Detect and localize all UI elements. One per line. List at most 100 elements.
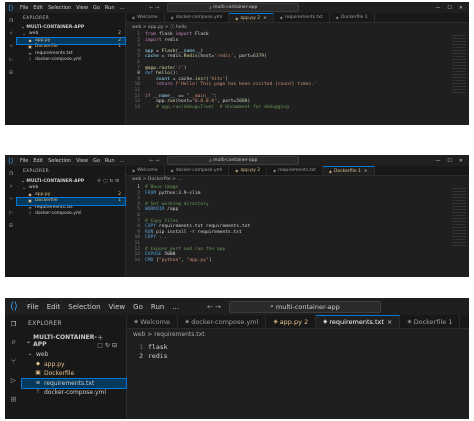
extensions-icon[interactable]: ⊞ (11, 395, 16, 405)
minimap[interactable] (452, 35, 466, 95)
tree-item-dockerfile[interactable]: ▣ Dockerfile (22, 369, 126, 379)
tree-item-docker-compose-yml[interactable]: ! docker-compose.yml (17, 211, 125, 218)
source-control-icon[interactable]: ⑂ (9, 43, 13, 50)
menu-run[interactable]: Run (105, 158, 115, 164)
search-icon[interactable]: ⌕ (9, 183, 13, 190)
minimize-icon[interactable]: — (435, 5, 440, 11)
menu-more[interactable]: ... (172, 303, 179, 311)
minimap[interactable] (452, 188, 466, 248)
menu-go[interactable]: Go (133, 303, 143, 311)
code-editor[interactable]: 1 flask 2 redis (127, 342, 469, 361)
explorer-sidebar: EXPLORER ⌄ MULTI-CONTAINER-APP ⌄ web 2 ◆ app… (16, 13, 126, 125)
tree-item-requirements-txt[interactable]: ≡ requirements.txt (21, 377, 127, 389)
menu-selection[interactable]: Selection (48, 5, 71, 11)
minimize-icon[interactable]: — (435, 158, 440, 164)
files-icon[interactable]: ❐ (11, 319, 16, 329)
tree-item-docker-compose-yml[interactable]: ! docker-compose.yml (22, 388, 126, 398)
tree-item-docker-compose-yml[interactable]: ! docker-compose.yml (17, 57, 125, 64)
tree-item-web[interactable]: ⌄ web (22, 350, 126, 360)
tab-label: Welcome (137, 168, 158, 173)
tab-welcome[interactable]: ◈ Welcome (126, 166, 165, 175)
code-editor[interactable]: 1 # Base image 2 FROM python:3.9-slim 3 4 # Se… (126, 184, 469, 263)
close-icon[interactable]: ✕ (459, 5, 463, 11)
code-editor[interactable]: 1 from flask import Flask 2 import redis 3 4 a… (126, 31, 469, 110)
menu-run[interactable]: Run (151, 303, 164, 311)
run-debug-icon[interactable]: ▷ (9, 56, 13, 63)
menu-run[interactable]: Run (105, 5, 115, 11)
close-icon[interactable]: ✕ (459, 158, 463, 164)
menu-view[interactable]: View (76, 158, 88, 164)
tab-bar: ◈ Welcome ◈ docker-compose.yml ◈ app.py 2 × ◈ re… (126, 13, 469, 23)
menu-edit[interactable]: Edit (47, 303, 61, 311)
close-tab-icon[interactable]: × (364, 169, 368, 174)
tab-welcome[interactable]: ◈ Welcome (126, 13, 165, 22)
menu-file[interactable]: File (20, 5, 28, 11)
menu-file[interactable]: File (20, 158, 28, 164)
run-debug-icon[interactable]: ▷ (11, 376, 16, 386)
tab-requirements-txt[interactable]: ◈ requirements.txt (267, 166, 323, 175)
menu-more[interactable]: ... (120, 5, 125, 11)
tab-dockerfile[interactable]: ◈ Dockerfile 1 × (322, 166, 375, 175)
menu-edit[interactable]: Edit (33, 158, 43, 164)
project-name: MULTI-CONTAINER-APP (26, 178, 85, 184)
maximize-icon[interactable]: ☐ (447, 5, 451, 11)
project-header[interactable]: ⌄ MULTI-CONTAINER-APP ＋□↻⊟ (17, 177, 125, 185)
files-icon[interactable]: ❐ (9, 17, 13, 24)
tab-label: requirements.txt (284, 15, 323, 20)
command-center[interactable]: ⌕ multi-container-app (167, 3, 300, 12)
source-control-icon[interactable]: ⑂ (9, 196, 13, 203)
files-icon[interactable]: ❐ (9, 170, 13, 177)
menu-selection[interactable]: Selection (68, 303, 100, 311)
search-icon[interactable]: ⌕ (11, 338, 16, 348)
close-tab-icon[interactable]: × (387, 318, 392, 326)
explorer-toolbar[interactable]: ＋□↻⊟ (97, 178, 121, 184)
maximize-icon[interactable]: ☐ (447, 158, 451, 164)
close-tab-icon[interactable]: × (263, 16, 267, 21)
command-center[interactable]: ⌕ multi-container-app (167, 156, 300, 165)
menu-selection[interactable]: Selection (48, 158, 71, 164)
menu-more[interactable]: ... (120, 158, 125, 164)
tab-app-py[interactable]: ◈ app.py 2 (229, 166, 268, 175)
run-debug-icon[interactable]: ▷ (9, 209, 13, 216)
explorer-toolbar[interactable]: ＋□↻⊟ (97, 333, 122, 349)
tree-item-app-py[interactable]: ◆ app.py (22, 360, 126, 370)
tab-welcome[interactable]: ◈ Welcome (127, 315, 178, 328)
extensions-icon[interactable]: ⊞ (9, 69, 13, 76)
nav-arrows[interactable]: ← → (149, 158, 159, 164)
breadcrumb[interactable]: web > requirements.txt (127, 329, 469, 342)
breadcrumb[interactable]: web > app.py > ⓘ hello (126, 23, 469, 31)
tab-requirements-txt[interactable]: ◈ requirements.txt (274, 13, 330, 22)
code-token: Flask (194, 32, 209, 37)
title-bar: ⟨⟩ File Edit Selection View Go Run ... ←… (5, 2, 469, 13)
tab-label: Welcome (140, 317, 170, 326)
tab-dockerfile[interactable]: ◈ Dockerfile 1 (400, 315, 461, 328)
line-number: 2 (139, 352, 143, 360)
project-header[interactable]: ⌄ MULTI-CONTAINER-APP ＋□↻⊟ (22, 332, 126, 350)
tab-docker-compose-yml[interactable]: ◈ docker-compose.yml (178, 315, 267, 328)
tab-label: Dockerfile 1 (340, 15, 368, 20)
file-icon: ◈ (328, 168, 332, 174)
tab-docker-compose-yml[interactable]: ◈ docker-compose.yml (165, 13, 230, 22)
nav-arrows[interactable]: ← → (207, 303, 221, 311)
menu-edit[interactable]: Edit (33, 5, 43, 11)
source-control-icon[interactable]: ⑂ (11, 357, 16, 367)
tab-dockerfile[interactable]: ◈ Dockerfile 1 (330, 13, 375, 22)
command-center[interactable]: ⌕ multi-container-app (228, 300, 381, 313)
search-icon[interactable]: ⌕ (9, 30, 13, 37)
tab-docker-compose-yml[interactable]: ◈ docker-compose.yml (165, 166, 230, 175)
nav-arrows[interactable]: ← → (149, 5, 159, 11)
menu-go[interactable]: Go (93, 5, 100, 11)
tab-app-py[interactable]: ◈ app.py 2 (266, 315, 317, 328)
menu-view[interactable]: View (76, 5, 88, 11)
tab-requirements-txt[interactable]: ◈ requirements.txt × (316, 315, 401, 328)
menu-view[interactable]: View (109, 303, 126, 311)
tab-app-py[interactable]: ◈ app.py 2 × (229, 13, 274, 22)
menu-file[interactable]: File (27, 303, 39, 311)
extensions-icon[interactable]: ⊞ (9, 222, 13, 229)
project-header[interactable]: ⌄ MULTI-CONTAINER-APP (17, 24, 125, 31)
explorer-sidebar: EXPLORER ⌄ MULTI-CONTAINER-APP ＋□↻⊟ ⌄ web ◆… (21, 315, 127, 419)
menu-go[interactable]: Go (93, 158, 100, 164)
breadcrumb[interactable]: web > Dockerfile > ... (126, 176, 469, 184)
code-token: 6379 (252, 54, 265, 60)
yaml-file-icon: ! (29, 211, 31, 216)
